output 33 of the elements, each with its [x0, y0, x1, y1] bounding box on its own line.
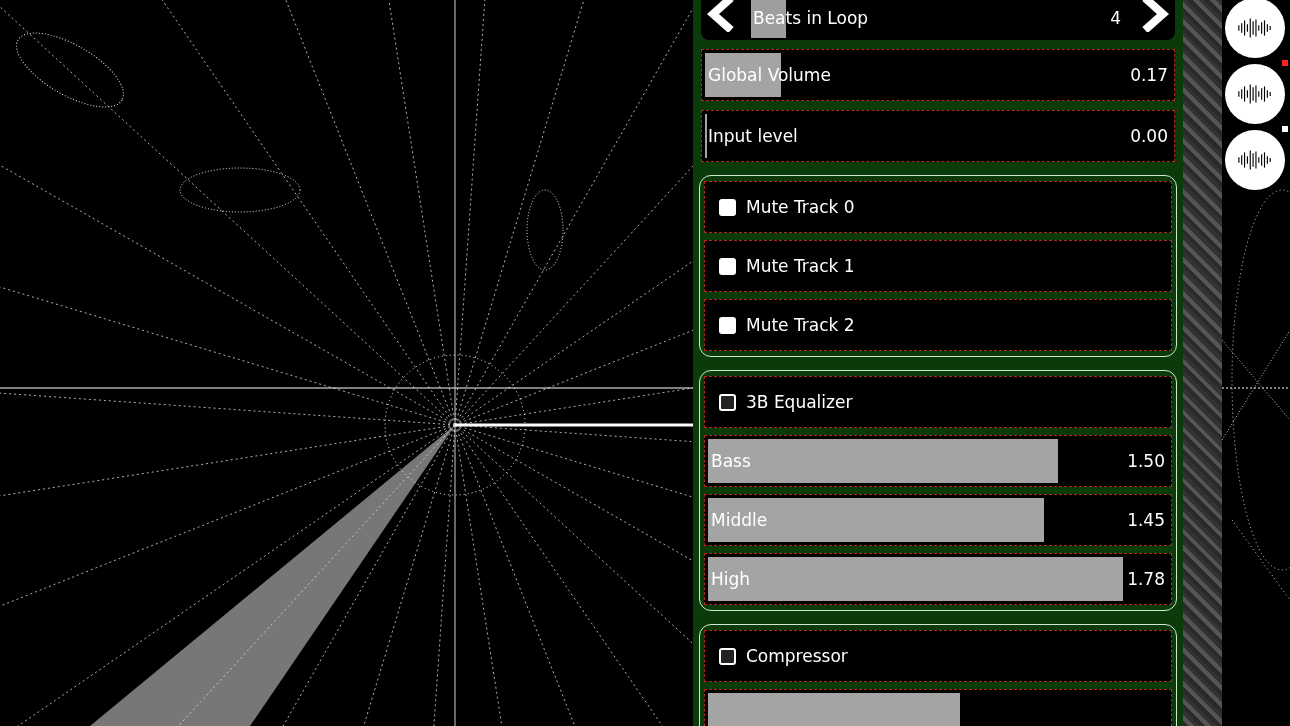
- checkbox[interactable]: [719, 257, 736, 275]
- checkbox[interactable]: [719, 198, 736, 216]
- waveform-icon: [1236, 84, 1274, 104]
- slider-label: High: [710, 569, 751, 589]
- checkbox-row[interactable]: Mute Track 2: [704, 299, 1172, 351]
- slider-label: Input level: [707, 126, 798, 146]
- checkbox-row[interactable]: Mute Track 1: [704, 240, 1172, 292]
- checkbox-row[interactable]: Compressor: [704, 630, 1172, 682]
- slider[interactable]: High 1.78: [704, 553, 1172, 605]
- stepper-value: 4: [1110, 8, 1122, 28]
- slider-value: 0.00: [1130, 126, 1169, 146]
- checkbox-label: Mute Track 1: [746, 256, 855, 276]
- checkbox-label: Mute Track 0: [746, 197, 855, 217]
- waveform-icon: [1236, 150, 1274, 170]
- checkbox-row[interactable]: Mute Track 0: [704, 181, 1172, 233]
- slider[interactable]: Bass 1.50: [704, 435, 1172, 487]
- slider[interactable]: Middle 1.45: [704, 494, 1172, 546]
- checkbox[interactable]: [719, 393, 736, 411]
- slider-value: 1.50: [1127, 451, 1166, 471]
- slider[interactable]: [704, 689, 1172, 726]
- checkbox-label: Compressor: [746, 646, 848, 666]
- slider-label: Middle: [710, 510, 768, 530]
- slider-label: Bass: [710, 451, 751, 471]
- checkbox[interactable]: [719, 647, 736, 665]
- checkbox-row[interactable]: 3B Equalizer: [704, 376, 1172, 428]
- checkbox-label: 3B Equalizer: [746, 392, 853, 412]
- checkbox-label: Mute Track 2: [746, 315, 855, 335]
- checkbox[interactable]: [719, 316, 736, 334]
- slider-value: 0.17: [1130, 65, 1169, 85]
- slider-value: 1.78: [1127, 569, 1166, 589]
- waveform-icon: [1236, 18, 1274, 38]
- slider[interactable]: Input level 0.00: [701, 110, 1175, 162]
- slider-value: 1.45: [1127, 510, 1166, 530]
